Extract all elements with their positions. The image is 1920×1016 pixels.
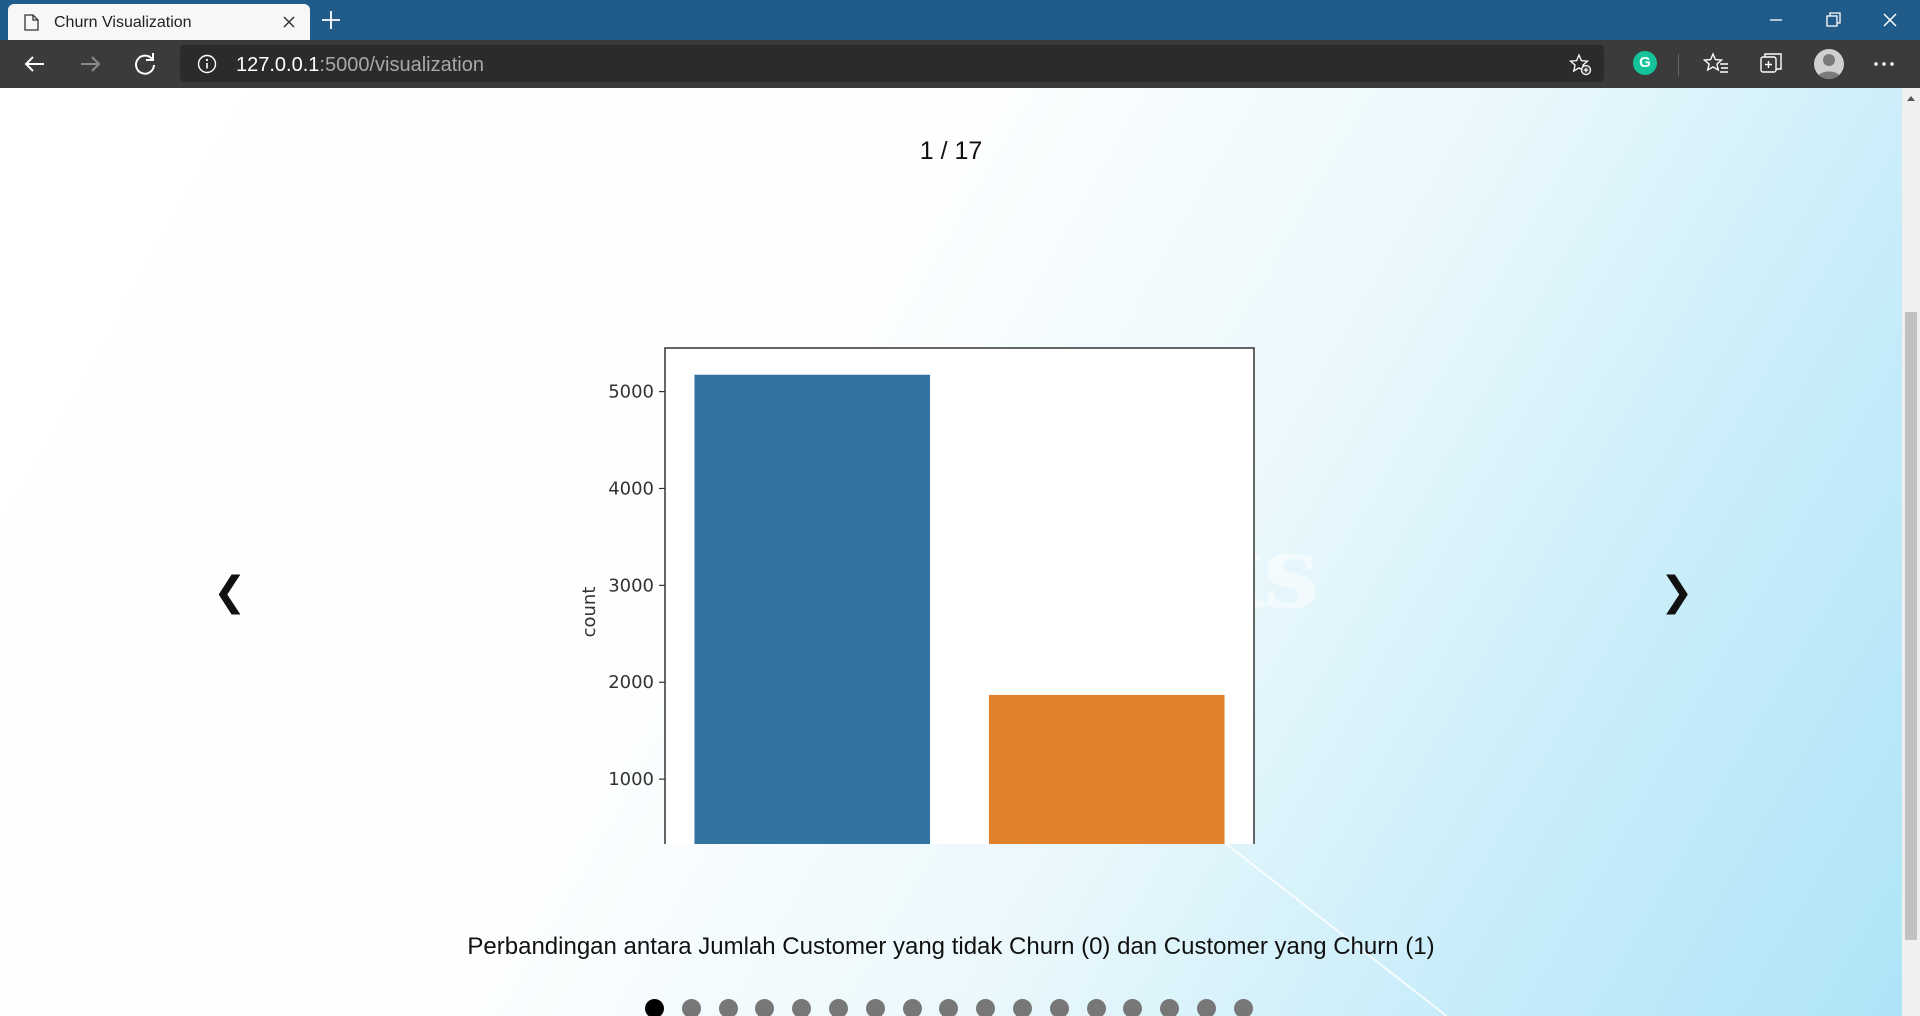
restore-icon[interactable]: [1819, 6, 1847, 34]
url-host: 127.0.0.1: [236, 54, 320, 76]
scroll-up-icon[interactable]: [1906, 94, 1916, 102]
close-icon[interactable]: [280, 13, 298, 31]
more-icon[interactable]: [1870, 50, 1898, 78]
profile-icon: [1817, 54, 1841, 79]
favorites-icon[interactable]: [1702, 50, 1730, 78]
back-icon[interactable]: [21, 50, 49, 78]
y-axis-label: count: [579, 587, 600, 638]
slide-indicator-dots: [645, 999, 1271, 1016]
bar: [988, 694, 1225, 876]
slide-caption: Perbandingan antara Jumlah Customer yang…: [467, 933, 1435, 960]
prev-slide-button[interactable]: ❮: [213, 572, 247, 612]
vertical-scrollbar[interactable]: [1902, 88, 1920, 1016]
y-tick-label: 3000: [608, 575, 654, 596]
grammarly-extension-icon[interactable]: G: [1633, 51, 1657, 75]
url-text[interactable]: 127.0.0.1:5000/visualization: [236, 54, 484, 77]
slide-dot[interactable]: [976, 999, 996, 1016]
slide-dot[interactable]: [645, 999, 664, 1016]
avatar[interactable]: [1814, 49, 1844, 79]
slide-dot[interactable]: [1049, 999, 1069, 1016]
slide-dot[interactable]: [792, 999, 812, 1016]
slide-dot[interactable]: [681, 999, 701, 1016]
refresh-icon[interactable]: [131, 50, 159, 78]
slide-dot[interactable]: [865, 999, 885, 1016]
toolbar-divider: [1678, 54, 1679, 76]
slide-dot[interactable]: [902, 999, 922, 1016]
slide-dot[interactable]: [1196, 999, 1216, 1016]
y-tick-label: 5000: [608, 382, 654, 403]
favorite-add-icon[interactable]: [1568, 52, 1592, 76]
url-path: :5000/visualization: [319, 54, 484, 76]
forward-icon[interactable]: [76, 50, 104, 78]
slide-dot[interactable]: [718, 999, 738, 1016]
address-bar[interactable]: 127.0.0.1:5000/visualization: [180, 45, 1604, 82]
slide-dot[interactable]: [939, 999, 959, 1016]
page-content: eks 1 / 17 01010002000300040005000Churnc…: [0, 88, 1902, 1016]
slide-dot[interactable]: [1086, 999, 1106, 1016]
slide-chart-image: 01010002000300040005000Churncount: [560, 244, 1270, 932]
tab-title: Churn Visualization: [54, 14, 192, 31]
scrollbar-thumb[interactable]: [1905, 312, 1917, 940]
collections-icon[interactable]: [1757, 50, 1785, 78]
plus-icon[interactable]: [319, 8, 343, 32]
y-tick-label: 2000: [608, 672, 654, 693]
bar: [694, 374, 931, 876]
slide-dot[interactable]: [828, 999, 848, 1016]
bar-chart: 01010002000300040005000Churncount: [579, 347, 1255, 932]
close-window-icon[interactable]: [1876, 6, 1904, 34]
next-slide-button[interactable]: ❯: [1660, 572, 1694, 612]
browser-toolbar: 127.0.0.1:5000/visualization G: [0, 40, 1920, 88]
background-decoration: [1219, 838, 1458, 1016]
doc-icon: [24, 14, 39, 31]
title-bar: Churn Visualization: [0, 0, 1920, 40]
slide-dot[interactable]: [1160, 999, 1180, 1016]
slide-dot[interactable]: [755, 999, 775, 1016]
slide-dot[interactable]: [1233, 999, 1253, 1016]
info-icon[interactable]: [197, 54, 217, 74]
slide-dot[interactable]: [1012, 999, 1032, 1016]
minimize-icon[interactable]: [1762, 6, 1790, 34]
slide-dot[interactable]: [1123, 999, 1143, 1016]
browser-tab[interactable]: Churn Visualization: [8, 4, 310, 40]
y-tick-label: 1000: [608, 769, 654, 790]
y-tick-label: 4000: [608, 478, 654, 499]
slide-counter: 1 / 17: [919, 137, 983, 165]
